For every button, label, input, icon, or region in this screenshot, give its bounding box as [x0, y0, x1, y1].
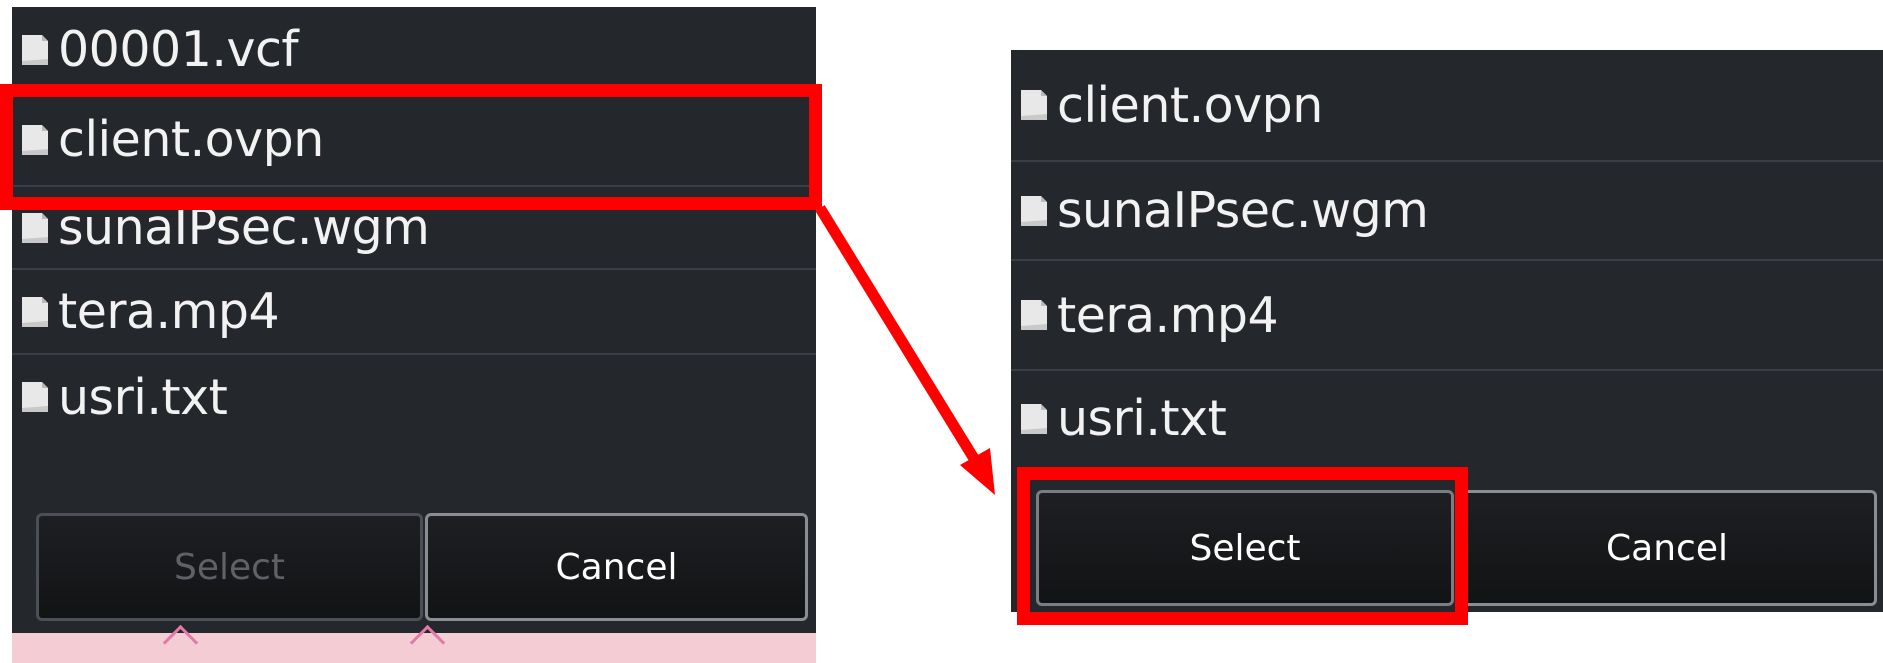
- file-icon: [22, 296, 48, 327]
- file-icon: [1021, 403, 1047, 434]
- file-name: 00001.vcf: [58, 21, 299, 78]
- file-icon: [22, 124, 48, 155]
- file-row-tera-mp4[interactable]: tera.mp4: [1011, 261, 1883, 371]
- file-icon: [22, 382, 48, 412]
- file-name: usri.txt: [58, 368, 228, 426]
- file-name: client.ovpn: [58, 111, 324, 168]
- file-row-00001-vcf[interactable]: 00001.vcf: [12, 7, 816, 94]
- file-name: tera.mp4: [1057, 286, 1279, 344]
- file-row-tera-mp4[interactable]: tera.mp4: [12, 270, 816, 355]
- file-name: client.ovpn: [1057, 76, 1323, 134]
- file-name: tera.mp4: [58, 283, 280, 340]
- file-name: sunaIPsec.wgm: [58, 199, 430, 256]
- file-picker-dialog-before: 00001.vcf client.ovpn sunaIPsec.wgm tera…: [12, 7, 816, 663]
- select-button[interactable]: Select: [1036, 490, 1454, 606]
- file-icon: [22, 212, 48, 243]
- file-name: sunaIPsec.wgm: [1057, 182, 1429, 239]
- file-icon: [1021, 300, 1047, 330]
- select-button-disabled[interactable]: Select: [36, 513, 423, 621]
- file-row-sunaipsec-wgm[interactable]: sunaIPsec.wgm: [1011, 162, 1883, 261]
- file-icon: [1021, 195, 1047, 226]
- cancel-button[interactable]: Cancel: [425, 513, 808, 621]
- file-row-usri-txt[interactable]: usri.txt: [1011, 371, 1883, 466]
- file-row-client-ovpn[interactable]: client.ovpn: [12, 94, 816, 187]
- cancel-button[interactable]: Cancel: [1457, 490, 1877, 606]
- file-row-client-ovpn[interactable]: client.ovpn: [1011, 50, 1883, 162]
- tutorial-canvas: 00001.vcf client.ovpn sunaIPsec.wgm tera…: [0, 0, 1883, 663]
- file-icon: [1021, 90, 1047, 120]
- file-row-usri-txt[interactable]: usri.txt: [12, 355, 816, 439]
- file-picker-dialog-after: client.ovpn sunaIPsec.wgm tera.mp4 usri.…: [1011, 50, 1883, 612]
- file-name: usri.txt: [1057, 390, 1227, 447]
- file-row-sunaipsec-wgm[interactable]: sunaIPsec.wgm: [12, 187, 816, 270]
- file-icon: [22, 34, 48, 65]
